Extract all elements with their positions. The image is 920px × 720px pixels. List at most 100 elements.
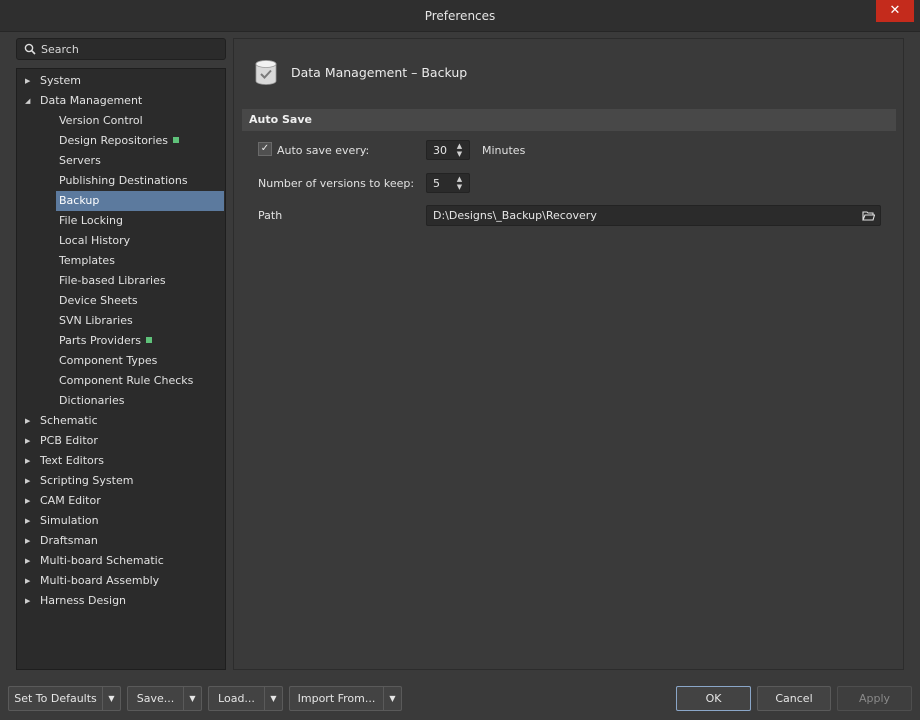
apply-button[interactable]: Apply [837, 686, 912, 711]
tree-item-label: Harness Design [40, 594, 127, 607]
tree-item-child[interactable]: Component Rule Checks [56, 371, 224, 391]
set-to-defaults-button[interactable]: Set To Defaults ▼ [8, 686, 121, 711]
triangle-right-icon[interactable]: ▶ [25, 591, 40, 611]
tree-item-label: Publishing Destinations [59, 174, 188, 187]
triangle-right-icon[interactable]: ▶ [25, 551, 40, 571]
tree-item-label: PCB Editor [40, 434, 98, 447]
tree-item-label: Draftsman [40, 534, 98, 547]
tree-item-child[interactable]: File Locking [56, 211, 224, 231]
tree-item-child[interactable]: Parts Providers [56, 331, 224, 351]
stepper-arrows-icon[interactable]: ▲ ▼ [455, 175, 464, 191]
tree-item-child[interactable]: Backup [56, 191, 224, 211]
status-badge-icon [173, 137, 180, 143]
tree-item-top[interactable]: ▶ CAM Editor [25, 491, 101, 511]
tree-item-top[interactable]: ◢ Data Management [25, 91, 142, 111]
triangle-right-icon[interactable]: ▶ [25, 471, 40, 491]
status-badge-icon [145, 337, 152, 343]
database-check-icon [255, 60, 277, 85]
tree-item-child[interactable]: Component Types [56, 351, 224, 371]
search-box[interactable] [16, 38, 226, 60]
tree-item-child[interactable]: Publishing Destinations [56, 171, 224, 191]
triangle-right-icon[interactable]: ▶ [25, 411, 40, 431]
versions-value: 5 [433, 177, 440, 190]
title-bar: Preferences ✕ [0, 0, 920, 32]
tree-item-label: SVN Libraries [59, 314, 133, 327]
triangle-right-icon[interactable]: ▶ [25, 451, 40, 471]
auto-save-interval-value: 30 [433, 144, 447, 157]
triangle-right-icon[interactable]: ▶ [25, 571, 40, 591]
preferences-tree: ▶ System ◢ Data Management Version Control De… [16, 68, 226, 670]
tree-item-label: Local History [59, 234, 131, 247]
folder-open-icon[interactable] [862, 210, 875, 221]
tree-item-top[interactable]: ▶ Draftsman [25, 531, 98, 551]
tree-item-top[interactable]: ▶ Schematic [25, 411, 98, 431]
tree-item-label: Multi-board Schematic [40, 554, 164, 567]
load-button[interactable]: Load... ▼ [208, 686, 283, 711]
chevron-down-icon[interactable]: ▼ [102, 687, 120, 710]
tree-item-top[interactable]: ▶ Simulation [25, 511, 99, 531]
tree-item-top[interactable]: ▶ Harness Design [25, 591, 126, 611]
tree-item-label: Simulation [40, 514, 99, 527]
tree-item-child[interactable]: SVN Libraries [56, 311, 224, 331]
page-title: Data Management – Backup [291, 65, 468, 80]
auto-save-interval-stepper[interactable]: 30 ▲ ▼ [426, 140, 470, 160]
triangle-down-icon[interactable]: ◢ [25, 91, 40, 111]
tree-item-label: Multi-board Assembly [40, 574, 160, 587]
chevron-down-icon[interactable]: ▼ [183, 687, 201, 710]
path-value: D:\Designs\_Backup\Recovery [433, 209, 597, 222]
tree-item-top[interactable]: ▶ Text Editors [25, 451, 104, 471]
triangle-right-icon[interactable]: ▶ [25, 431, 40, 451]
tree-item-child[interactable]: File-based Libraries [56, 271, 224, 291]
tree-item-label: System [40, 74, 82, 87]
tree-item-label: Schematic [40, 414, 98, 427]
tree-item-label: File-based Libraries [59, 274, 166, 287]
tree-item-label: Version Control [59, 114, 143, 127]
triangle-right-icon[interactable]: ▶ [25, 71, 40, 91]
chevron-down-icon[interactable]: ▼ [264, 687, 282, 710]
save-button[interactable]: Save... ▼ [127, 686, 202, 711]
auto-save-checkbox[interactable]: ✓ [258, 142, 272, 156]
tree-item-label: File Locking [59, 214, 123, 227]
triangle-right-icon[interactable]: ▶ [25, 531, 40, 551]
settings-pane: Data Management – Backup Auto Save ✓ Aut… [233, 38, 904, 670]
import-from-button[interactable]: Import From... ▼ [289, 686, 402, 711]
cancel-button[interactable]: Cancel [757, 686, 831, 711]
tree-item-label: Data Management [40, 94, 143, 107]
left-pane: ▶System◢Data ManagementVersion ControlDe… [16, 38, 226, 670]
path-input[interactable]: D:\Designs\_Backup\Recovery [426, 205, 881, 226]
minutes-label: Minutes [482, 144, 526, 157]
tree-item-top[interactable]: ▶ System [25, 71, 81, 91]
tree-item-label: Text Editors [40, 454, 105, 467]
tree-item-top[interactable]: ▶ Multi-board Assembly [25, 571, 159, 591]
tree-item-top[interactable]: ▶ PCB Editor [25, 431, 98, 451]
tree-item-label: Servers [59, 154, 101, 167]
search-icon [24, 43, 36, 55]
tree-item-top[interactable]: ▶ Multi-board Schematic [25, 551, 164, 571]
stepper-arrows-icon[interactable]: ▲ ▼ [455, 142, 464, 158]
tree-item-label: Backup [59, 194, 100, 207]
save-label: Save... [136, 692, 175, 705]
versions-label: Number of versions to keep: [258, 177, 415, 190]
path-label: Path [258, 209, 283, 222]
search-input[interactable] [41, 41, 221, 57]
tree-item-child[interactable]: Version Control [56, 111, 224, 131]
triangle-right-icon[interactable]: ▶ [25, 511, 40, 531]
import-from-label: Import From... [297, 692, 376, 705]
window-title: Preferences [424, 9, 496, 23]
tree-item-child[interactable]: Servers [56, 151, 224, 171]
ok-button[interactable]: OK [676, 686, 751, 711]
tree-item-child[interactable]: Templates [56, 251, 224, 271]
tree-item-child[interactable]: Local History [56, 231, 224, 251]
tree-item-label: Component Types [59, 354, 158, 367]
tree-item-label: Design Repositories [59, 134, 169, 147]
tree-item-child[interactable]: Device Sheets [56, 291, 224, 311]
tree-item-top[interactable]: ▶ Scripting System [25, 471, 133, 491]
versions-stepper[interactable]: 5 ▲ ▼ [426, 173, 470, 193]
chevron-down-icon[interactable]: ▼ [383, 687, 401, 710]
close-button[interactable]: ✕ [876, 0, 914, 22]
tree-item-label: CAM Editor [40, 494, 101, 507]
triangle-right-icon[interactable]: ▶ [25, 491, 40, 511]
tree-item-child[interactable]: Design Repositories [56, 131, 224, 151]
section-header-auto-save: Auto Save [242, 109, 896, 131]
tree-item-child[interactable]: Dictionaries [56, 391, 224, 411]
